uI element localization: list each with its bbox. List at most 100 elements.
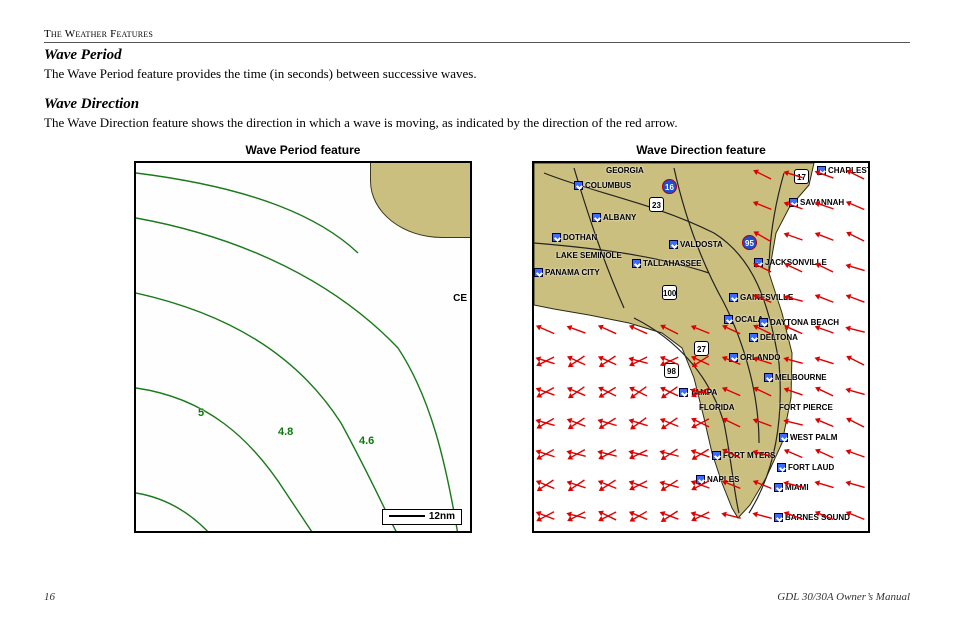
wave-arrow-icon bbox=[597, 350, 619, 372]
city-label: GEORGIA bbox=[606, 166, 644, 175]
wave-arrow-icon bbox=[690, 412, 712, 434]
wave-arrow-icon bbox=[535, 474, 557, 496]
wave-arrow-icon bbox=[845, 474, 867, 496]
wave-arrow-icon bbox=[597, 505, 619, 527]
wave-direction-body: The Wave Direction feature shows the dir… bbox=[44, 115, 910, 131]
wave-arrow-icon bbox=[628, 443, 650, 465]
wave-arrow-icon bbox=[659, 474, 681, 496]
city-marker-icon bbox=[632, 259, 641, 268]
wave-arrow-icon bbox=[690, 474, 712, 496]
wave-arrow-icon bbox=[814, 412, 836, 434]
wave-arrow-icon bbox=[535, 319, 557, 341]
wave-arrow-icon bbox=[628, 381, 650, 403]
wave-arrow-icon bbox=[721, 505, 743, 527]
wave-arrow-icon bbox=[752, 381, 774, 403]
wave-arrow-icon bbox=[690, 381, 712, 403]
city-label: WEST PALM bbox=[779, 433, 837, 442]
page-footer: 16 GDL 30/30A Owner’s Manual bbox=[44, 591, 910, 603]
wave-period-map: 5 4.8 4.6 CE 12nm bbox=[134, 161, 472, 533]
wave-arrow-icon bbox=[566, 381, 588, 403]
wave-arrow-icon bbox=[535, 505, 557, 527]
manual-title: GDL 30/30A Owner’s Manual bbox=[777, 591, 910, 603]
wave-arrow-icon bbox=[535, 350, 557, 372]
wave-arrow-icon bbox=[752, 474, 774, 496]
scale-bar-icon bbox=[389, 515, 425, 517]
wave-arrow-icon bbox=[783, 288, 805, 310]
wave-arrow-icon bbox=[845, 288, 867, 310]
wave-arrow-icon bbox=[690, 443, 712, 465]
city-label: ALBANY bbox=[592, 213, 636, 222]
wave-arrow-icon bbox=[566, 443, 588, 465]
wave-arrow-icon bbox=[814, 443, 836, 465]
wave-arrow-icon bbox=[721, 474, 743, 496]
wave-arrow-icon bbox=[752, 257, 774, 279]
wave-arrow-icon bbox=[628, 505, 650, 527]
wave-arrow-icon bbox=[597, 412, 619, 434]
wave-arrow-icon bbox=[566, 474, 588, 496]
wave-arrow-icon bbox=[752, 226, 774, 248]
wave-arrow-icon bbox=[845, 226, 867, 248]
wave-arrow-icon bbox=[814, 288, 836, 310]
wave-period-caption: Wave Period feature bbox=[246, 143, 361, 157]
wave-arrow-icon bbox=[597, 474, 619, 496]
city-marker-icon bbox=[779, 433, 788, 442]
wave-arrow-icon bbox=[628, 350, 650, 372]
city-marker-icon bbox=[574, 181, 583, 190]
city-label: FLORIDA bbox=[699, 403, 735, 412]
wave-arrow-icon bbox=[752, 412, 774, 434]
city-marker-icon bbox=[592, 213, 601, 222]
wave-arrow-icon bbox=[783, 350, 805, 372]
wave-arrow-icon bbox=[535, 381, 557, 403]
wave-arrow-icon bbox=[659, 505, 681, 527]
wave-arrow-icon bbox=[628, 474, 650, 496]
us-route-shield-icon: 23 bbox=[649, 197, 664, 212]
wave-arrow-icon bbox=[535, 443, 557, 465]
wave-arrow-icon bbox=[566, 319, 588, 341]
wave-arrow-icon bbox=[659, 319, 681, 341]
wave-arrow-icon bbox=[659, 412, 681, 434]
wave-arrow-icon bbox=[721, 350, 743, 372]
wave-direction-caption: Wave Direction feature bbox=[636, 143, 766, 157]
wave-arrow-icon bbox=[783, 195, 805, 217]
wave-arrow-icon bbox=[659, 443, 681, 465]
wave-arrow-icon bbox=[845, 505, 867, 527]
wave-arrow-icon bbox=[752, 443, 774, 465]
city-marker-icon bbox=[552, 233, 561, 242]
wave-arrow-icon bbox=[721, 443, 743, 465]
wave-arrow-icon bbox=[752, 195, 774, 217]
wave-arrow-icon bbox=[721, 319, 743, 341]
page-number: 16 bbox=[44, 591, 55, 603]
wave-period-heading: Wave Period bbox=[44, 47, 910, 64]
wave-arrow-icon bbox=[845, 195, 867, 217]
wave-arrow-icon bbox=[783, 319, 805, 341]
wave-arrow-icon bbox=[597, 381, 619, 403]
wave-arrow-icon bbox=[814, 226, 836, 248]
wave-arrow-icon bbox=[752, 505, 774, 527]
wave-arrow-icon bbox=[783, 412, 805, 434]
wave-arrow-icon bbox=[814, 474, 836, 496]
wave-arrow-icon bbox=[721, 412, 743, 434]
wave-period-body: The Wave Period feature provides the tim… bbox=[44, 66, 910, 82]
wave-arrow-icon bbox=[814, 381, 836, 403]
wave-arrow-icon bbox=[597, 443, 619, 465]
city-label: DOTHAN bbox=[552, 233, 597, 242]
wave-arrow-icon bbox=[783, 381, 805, 403]
wave-arrow-icon bbox=[628, 412, 650, 434]
city-label: VALDOSTA bbox=[669, 240, 723, 249]
wave-arrow-icon bbox=[814, 164, 836, 186]
city-label: PANAMA CITY bbox=[534, 268, 600, 277]
wave-arrow-icon bbox=[535, 412, 557, 434]
wave-arrow-icon bbox=[752, 350, 774, 372]
wave-arrow-icon bbox=[783, 257, 805, 279]
wave-arrow-icon bbox=[659, 350, 681, 372]
wave-arrow-icon bbox=[845, 412, 867, 434]
wave-arrow-icon bbox=[752, 319, 774, 341]
wave-arrow-icon bbox=[566, 505, 588, 527]
section-header: The Weather Features bbox=[44, 28, 910, 43]
wave-direction-figure: Wave Direction feature 16 23 95 100 27 9… bbox=[532, 143, 870, 533]
wave-arrow-icon bbox=[783, 443, 805, 465]
city-label: LAKE SEMINOLE bbox=[556, 251, 622, 260]
wave-arrow-icon bbox=[845, 257, 867, 279]
wave-arrow-icon bbox=[783, 226, 805, 248]
wave-arrow-icon bbox=[690, 505, 712, 527]
